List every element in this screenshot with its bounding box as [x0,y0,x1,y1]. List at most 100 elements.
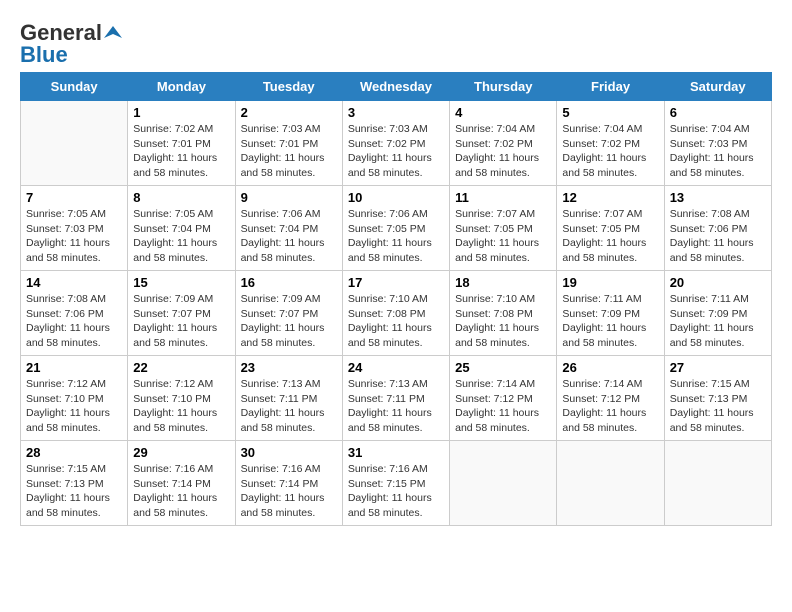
day-of-week-header: Tuesday [235,73,342,101]
day-number: 2 [241,105,337,120]
calendar-day-cell: 7 Sunrise: 7:05 AMSunset: 7:03 PMDaylight… [21,186,128,271]
calendar-day-cell: 25 Sunrise: 7:14 AMSunset: 7:12 PMDayligh… [450,356,557,441]
calendar-day-cell: 13 Sunrise: 7:08 AMSunset: 7:06 PMDayligh… [664,186,771,271]
day-number: 4 [455,105,551,120]
calendar-day-cell: 26 Sunrise: 7:14 AMSunset: 7:12 PMDayligh… [557,356,664,441]
day-number: 14 [26,275,122,290]
calendar-day-cell: 28Sunrise: 7:15 AMSunset: 7:13 PMDayligh… [21,441,128,526]
day-info: Sunrise: 7:13 AMSunset: 7:11 PMDaylight:… [241,377,337,436]
day-info: Sunrise: 7:12 AMSunset: 7:10 PMDaylight:… [26,377,122,436]
calendar-day-cell: 4 Sunrise: 7:04 AMSunset: 7:02 PMDaylight… [450,101,557,186]
calendar-day-cell: 24Sunrise: 7:13 AMSunset: 7:11 PMDayligh… [342,356,449,441]
day-number: 21 [26,360,122,375]
calendar-table: SundayMondayTuesdayWednesdayThursdayFrid… [20,72,772,526]
day-number: 5 [562,105,658,120]
calendar-day-cell: 14 Sunrise: 7:08 AMSunset: 7:06 PMDayligh… [21,271,128,356]
day-number: 8 [133,190,229,205]
day-number: 15 [133,275,229,290]
day-info: Sunrise: 7:16 AMSunset: 7:15 PMDaylight:… [348,462,444,521]
day-info: Sunrise: 7:06 AMSunset: 7:04 PMDaylight:… [241,207,337,266]
day-of-week-header: Sunday [21,73,128,101]
day-number: 11 [455,190,551,205]
day-of-week-header: Monday [128,73,235,101]
day-info: Sunrise: 7:05 AMSunset: 7:03 PMDaylight:… [26,207,122,266]
calendar-day-cell: 10 Sunrise: 7:06 AMSunset: 7:05 PMDayligh… [342,186,449,271]
page-header: General Blue [20,20,772,68]
day-info: Sunrise: 7:03 AMSunset: 7:01 PMDaylight:… [241,122,337,181]
calendar-day-cell: 23Sunrise: 7:13 AMSunset: 7:11 PMDayligh… [235,356,342,441]
day-info: Sunrise: 7:08 AMSunset: 7:06 PMDaylight:… [670,207,766,266]
day-number: 26 [562,360,658,375]
day-number: 22 [133,360,229,375]
day-of-week-header: Thursday [450,73,557,101]
calendar-day-cell [557,441,664,526]
day-number: 10 [348,190,444,205]
day-number: 20 [670,275,766,290]
calendar-day-cell: 6Sunrise: 7:04 AMSunset: 7:03 PMDaylight… [664,101,771,186]
day-info: Sunrise: 7:03 AMSunset: 7:02 PMDaylight:… [348,122,444,181]
day-info: Sunrise: 7:16 AMSunset: 7:14 PMDaylight:… [241,462,337,521]
day-number: 28 [26,445,122,460]
day-number: 30 [241,445,337,460]
day-info: Sunrise: 7:04 AMSunset: 7:02 PMDaylight:… [455,122,551,181]
day-number: 7 [26,190,122,205]
day-number: 29 [133,445,229,460]
calendar-day-cell [450,441,557,526]
day-info: Sunrise: 7:10 AMSunset: 7:08 PMDaylight:… [455,292,551,351]
logo-bird-icon [104,24,122,42]
day-info: Sunrise: 7:07 AMSunset: 7:05 PMDaylight:… [455,207,551,266]
calendar-day-cell: 5 Sunrise: 7:04 AMSunset: 7:02 PMDaylight… [557,101,664,186]
day-info: Sunrise: 7:14 AMSunset: 7:12 PMDaylight:… [455,377,551,436]
calendar-day-cell: 1 Sunrise: 7:02 AMSunset: 7:01 PMDaylight… [128,101,235,186]
day-number: 13 [670,190,766,205]
day-number: 24 [348,360,444,375]
calendar-day-cell: 16Sunrise: 7:09 AMSunset: 7:07 PMDayligh… [235,271,342,356]
calendar-header-row: SundayMondayTuesdayWednesdayThursdayFrid… [21,73,772,101]
calendar-day-cell: 19 Sunrise: 7:11 AMSunset: 7:09 PMDayligh… [557,271,664,356]
day-info: Sunrise: 7:06 AMSunset: 7:05 PMDaylight:… [348,207,444,266]
calendar-day-cell: 29 Sunrise: 7:16 AMSunset: 7:14 PMDayligh… [128,441,235,526]
calendar-day-cell: 2 Sunrise: 7:03 AMSunset: 7:01 PMDaylight… [235,101,342,186]
day-of-week-header: Wednesday [342,73,449,101]
day-info: Sunrise: 7:10 AMSunset: 7:08 PMDaylight:… [348,292,444,351]
calendar-day-cell: 3 Sunrise: 7:03 AMSunset: 7:02 PMDaylight… [342,101,449,186]
day-of-week-header: Friday [557,73,664,101]
calendar-day-cell: 12Sunrise: 7:07 AMSunset: 7:05 PMDayligh… [557,186,664,271]
day-info: Sunrise: 7:05 AMSunset: 7:04 PMDaylight:… [133,207,229,266]
day-number: 6 [670,105,766,120]
calendar-day-cell [21,101,128,186]
day-info: Sunrise: 7:08 AMSunset: 7:06 PMDaylight:… [26,292,122,351]
day-number: 31 [348,445,444,460]
calendar-day-cell: 11 Sunrise: 7:07 AMSunset: 7:05 PMDayligh… [450,186,557,271]
day-number: 19 [562,275,658,290]
calendar-week-row: 1 Sunrise: 7:02 AMSunset: 7:01 PMDaylight… [21,101,772,186]
day-info: Sunrise: 7:14 AMSunset: 7:12 PMDaylight:… [562,377,658,436]
day-number: 25 [455,360,551,375]
day-number: 3 [348,105,444,120]
calendar-day-cell: 20Sunrise: 7:11 AMSunset: 7:09 PMDayligh… [664,271,771,356]
day-info: Sunrise: 7:16 AMSunset: 7:14 PMDaylight:… [133,462,229,521]
calendar-day-cell: 15Sunrise: 7:09 AMSunset: 7:07 PMDayligh… [128,271,235,356]
logo-blue: Blue [20,42,68,68]
day-number: 9 [241,190,337,205]
day-info: Sunrise: 7:04 AMSunset: 7:02 PMDaylight:… [562,122,658,181]
calendar-day-cell: 18 Sunrise: 7:10 AMSunset: 7:08 PMDayligh… [450,271,557,356]
day-info: Sunrise: 7:15 AMSunset: 7:13 PMDaylight:… [670,377,766,436]
calendar-week-row: 21 Sunrise: 7:12 AMSunset: 7:10 PMDayligh… [21,356,772,441]
calendar-day-cell: 9 Sunrise: 7:06 AMSunset: 7:04 PMDaylight… [235,186,342,271]
day-number: 12 [562,190,658,205]
calendar-week-row: 14 Sunrise: 7:08 AMSunset: 7:06 PMDayligh… [21,271,772,356]
calendar-week-row: 28Sunrise: 7:15 AMSunset: 7:13 PMDayligh… [21,441,772,526]
day-number: 1 [133,105,229,120]
day-info: Sunrise: 7:02 AMSunset: 7:01 PMDaylight:… [133,122,229,181]
day-info: Sunrise: 7:11 AMSunset: 7:09 PMDaylight:… [562,292,658,351]
day-info: Sunrise: 7:12 AMSunset: 7:10 PMDaylight:… [133,377,229,436]
logo: General Blue [20,20,122,68]
day-number: 27 [670,360,766,375]
calendar-day-cell: 17Sunrise: 7:10 AMSunset: 7:08 PMDayligh… [342,271,449,356]
calendar-day-cell: 21 Sunrise: 7:12 AMSunset: 7:10 PMDayligh… [21,356,128,441]
calendar-day-cell: 8 Sunrise: 7:05 AMSunset: 7:04 PMDaylight… [128,186,235,271]
day-number: 16 [241,275,337,290]
calendar-week-row: 7 Sunrise: 7:05 AMSunset: 7:03 PMDaylight… [21,186,772,271]
day-number: 18 [455,275,551,290]
